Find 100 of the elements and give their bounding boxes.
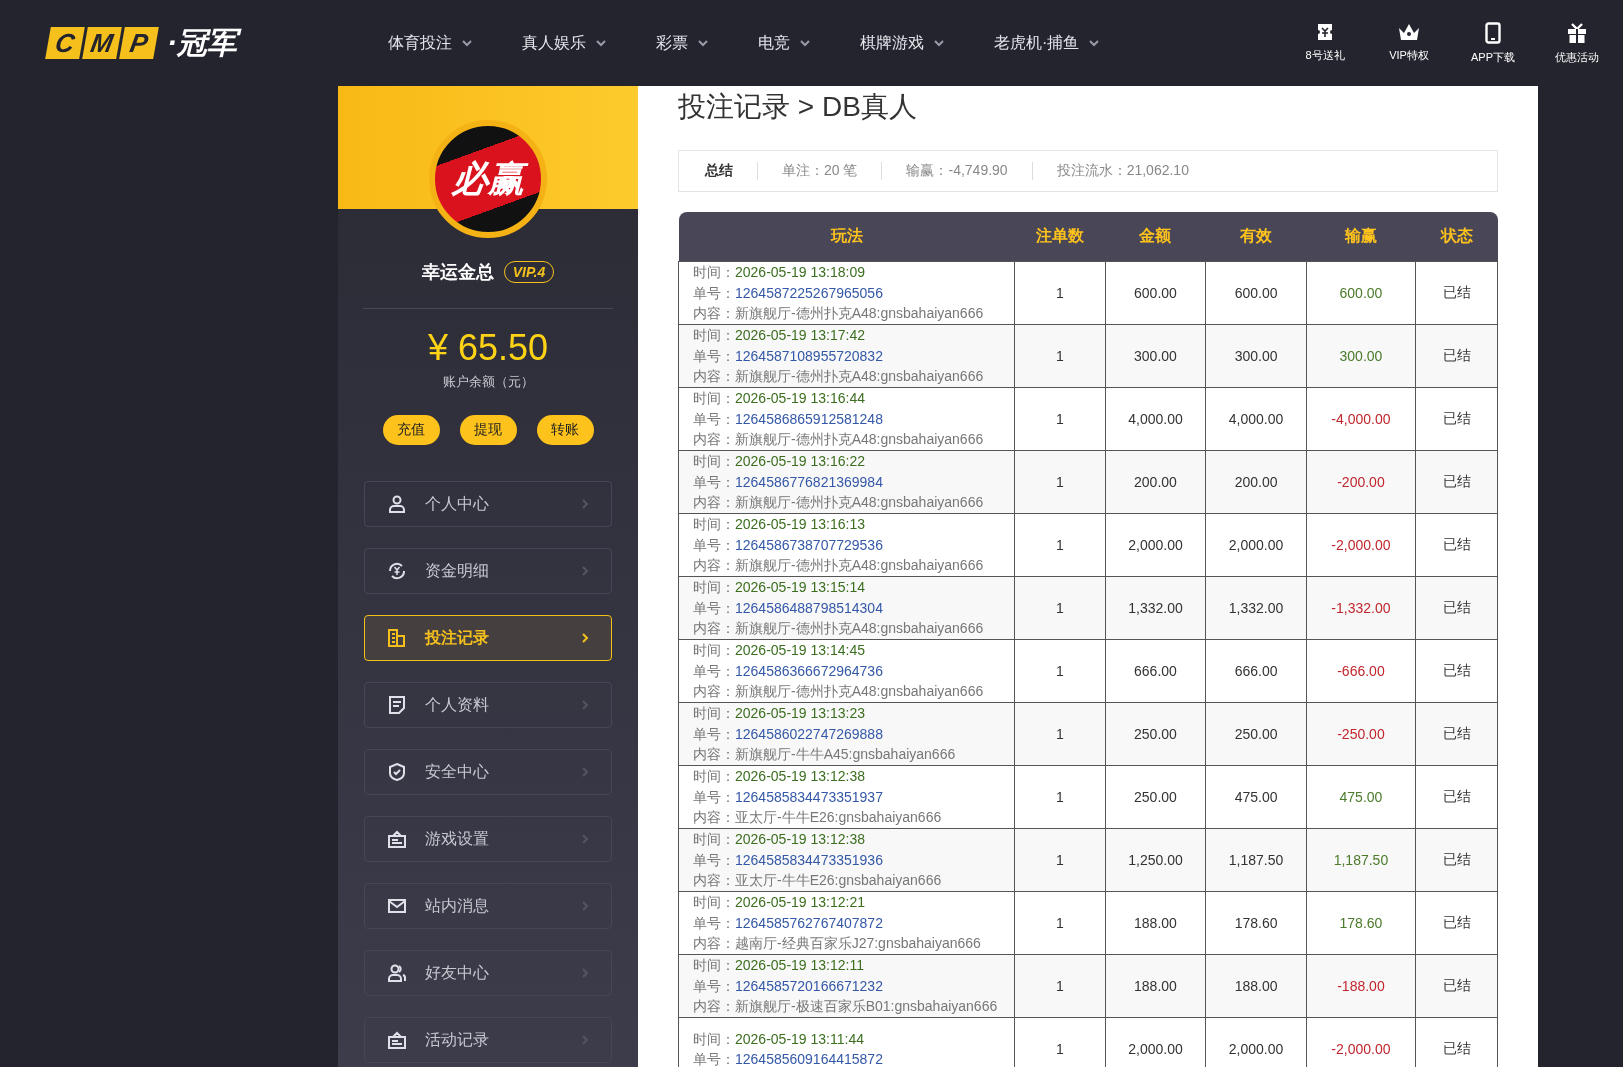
- order-number-link[interactable]: 1264585720166671232: [735, 977, 883, 994]
- phone-icon: [1485, 21, 1501, 44]
- table-cell: 2,000.00: [1105, 513, 1206, 577]
- user-name: 幸运金总: [421, 261, 494, 284]
- sidebar-menu-item[interactable]: 个人中心: [364, 481, 612, 527]
- table-cell: 2,000.00: [1205, 513, 1307, 577]
- nav-menu-item[interactable]: 老虎机·捕鱼: [994, 32, 1100, 54]
- sidebar-menu-item[interactable]: 活动记录: [364, 1017, 612, 1063]
- table-cell: 1,332.00: [1105, 576, 1206, 640]
- order-number-link[interactable]: 1264586865912581248: [735, 410, 883, 427]
- nav-menu-item[interactable]: 真人娱乐: [522, 32, 606, 54]
- column-header: 状态: [1415, 212, 1498, 262]
- order-number-link[interactable]: 1264585834473351937: [735, 788, 883, 805]
- sidebar-menu-item[interactable]: 个人资料: [364, 682, 612, 728]
- header-action-link[interactable]: 8号送礼: [1283, 21, 1367, 65]
- wallet-button[interactable]: 充值: [382, 415, 440, 445]
- logo-letter: P: [119, 27, 159, 59]
- table-cell: 1,187.50: [1205, 828, 1307, 892]
- sidebar-menu-item[interactable]: 站内消息: [364, 883, 612, 929]
- wallet-button[interactable]: 转账: [536, 415, 594, 445]
- caret-icon: [698, 39, 708, 47]
- chevron-icon: [581, 900, 589, 912]
- user-icon: [387, 494, 407, 514]
- wallet-button[interactable]: 提现: [459, 415, 517, 445]
- chevron-icon: [581, 565, 589, 577]
- result-cell: -666.00: [1306, 639, 1416, 703]
- table-cell: 4,000.00: [1205, 387, 1307, 451]
- table-cell: 475.00: [1205, 765, 1307, 829]
- order-number-link[interactable]: 1264586022747269888: [735, 725, 883, 742]
- order-number-link[interactable]: 1264587225267965056: [735, 284, 883, 301]
- nav-menu-item[interactable]: 棋牌游戏: [860, 32, 944, 54]
- chevron-icon: [581, 1034, 589, 1046]
- chevron-icon: [581, 833, 589, 845]
- sidebar-menu-item[interactable]: 投注记录: [364, 615, 612, 661]
- bet-detail-cell: 时间：2026-05-19 13:13:23 单号：1264586022747269888 内容：新旗舰厅-牛牛A45:gnsbahaiyan666: [678, 702, 1015, 766]
- bet-detail-cell: 时间：2026-05-19 13:17:42 单号：1264587108955720832 内容：新旗舰厅-德州扑克A48:gnsbahaiyan666: [678, 324, 1015, 388]
- chevron-icon: [581, 498, 589, 510]
- table-cell: 200.00: [1105, 450, 1206, 514]
- bet-detail-cell: 时间：2026-05-19 13:16:22 单号：1264586776821369984 内容：新旗舰厅-德州扑克A48:gnsbahaiyan666: [678, 450, 1015, 514]
- logo-letter: M: [82, 27, 122, 59]
- order-number-link[interactable]: 1264585609164415872: [735, 1051, 883, 1067]
- table-cell: 1: [1014, 387, 1106, 451]
- summary-stat: 输赢：-4,749.90: [882, 162, 1033, 180]
- status-cell: 已结: [1415, 387, 1498, 451]
- order-number-link[interactable]: 1264585834473351936: [735, 851, 883, 868]
- logo-text: ·冠军: [165, 25, 243, 61]
- status-cell: 已结: [1415, 450, 1498, 514]
- sidebar-menu-item[interactable]: 好友中心: [364, 950, 612, 996]
- status-cell: 已结: [1415, 954, 1498, 1018]
- table-cell: 250.00: [1105, 702, 1206, 766]
- bet-detail-cell: 时间：2026-05-19 13:14:45 单号：1264586366672964736 内容：新旗舰厅-德州扑克A48:gnsbahaiyan666: [678, 639, 1015, 703]
- table-cell: 1: [1014, 639, 1106, 703]
- order-number-link[interactable]: 1264586738707729536: [735, 536, 883, 553]
- header-action-link[interactable]: APP下载: [1451, 21, 1535, 65]
- table-cell: 250.00: [1105, 765, 1206, 829]
- caret-icon: [934, 39, 944, 47]
- sidebar-menu-item[interactable]: 资金明细: [364, 548, 612, 594]
- sidebar-menu-item[interactable]: 游戏设置: [364, 816, 612, 862]
- chevron-icon: [581, 766, 589, 778]
- table-cell: 666.00: [1205, 639, 1307, 703]
- result-cell: -4,000.00: [1306, 387, 1416, 451]
- ticket-icon: [1315, 21, 1335, 42]
- bet-detail-cell: 时间：2026-05-19 13:16:13 单号：1264586738707729536 内容：新旗舰厅-德州扑克A48:gnsbahaiyan666: [678, 513, 1015, 577]
- result-cell: -188.00: [1306, 954, 1416, 1018]
- header-action-link[interactable]: 优惠活动: [1535, 21, 1619, 65]
- status-cell: 已结: [1415, 891, 1498, 955]
- logo[interactable]: C M P ·冠军: [48, 25, 348, 61]
- column-header: 输赢: [1306, 212, 1416, 262]
- table-cell: 666.00: [1105, 639, 1206, 703]
- result-cell: 475.00: [1306, 765, 1416, 829]
- sidebar-menu-item[interactable]: 安全中心: [364, 749, 612, 795]
- order-number-link[interactable]: 1264586488798514304: [735, 599, 883, 616]
- result-cell: 178.60: [1306, 891, 1416, 955]
- column-header: 有效: [1205, 212, 1307, 262]
- order-number-link[interactable]: 1264587108955720832: [735, 347, 883, 364]
- result-cell: 1,187.50: [1306, 828, 1416, 892]
- table-cell: 1: [1014, 261, 1106, 325]
- order-number-link[interactable]: 1264586776821369984: [735, 473, 883, 490]
- bet-detail-cell: 时间：2026-05-19 13:12:38 单号：1264585834473351937 内容：亚太厅-牛牛E26:gnsbahaiyan666: [678, 765, 1015, 829]
- status-cell: 已结: [1415, 324, 1498, 388]
- order-number-link[interactable]: 1264585762767407872: [735, 914, 883, 931]
- order-number-link[interactable]: 1264586366672964736: [735, 662, 883, 679]
- bet-detail-cell: 时间：2026-05-19 13:15:14 单号：1264586488798514304 内容：新旗舰厅-德州扑克A48:gnsbahaiyan666: [678, 576, 1015, 640]
- nav-menu-item[interactable]: 体育投注: [388, 32, 472, 54]
- table-cell: 1: [1014, 891, 1106, 955]
- table-cell: 250.00: [1205, 702, 1307, 766]
- header-action-link[interactable]: VIP特权: [1367, 21, 1451, 65]
- table-cell: 1,332.00: [1205, 576, 1307, 640]
- result-cell: -1,332.00: [1306, 576, 1416, 640]
- bet-detail-cell: 时间：2026-05-19 13:12:21 单号：1264585762767407872 内容：越南厅-经典百家乐J27:gnsbahaiyan666: [678, 891, 1015, 955]
- nav-menu-item[interactable]: 电竞: [758, 32, 810, 54]
- column-header: 金额: [1105, 212, 1206, 262]
- chevron-icon: [581, 967, 589, 979]
- nav-menu-item[interactable]: 彩票: [656, 32, 708, 54]
- table-cell: 188.00: [1105, 954, 1206, 1018]
- table-cell: 4,000.00: [1105, 387, 1206, 451]
- result-cell: -2,000.00: [1306, 513, 1416, 577]
- status-cell: 已结: [1415, 765, 1498, 829]
- table-cell: 188.00: [1205, 954, 1307, 1018]
- status-cell: 已结: [1415, 702, 1498, 766]
